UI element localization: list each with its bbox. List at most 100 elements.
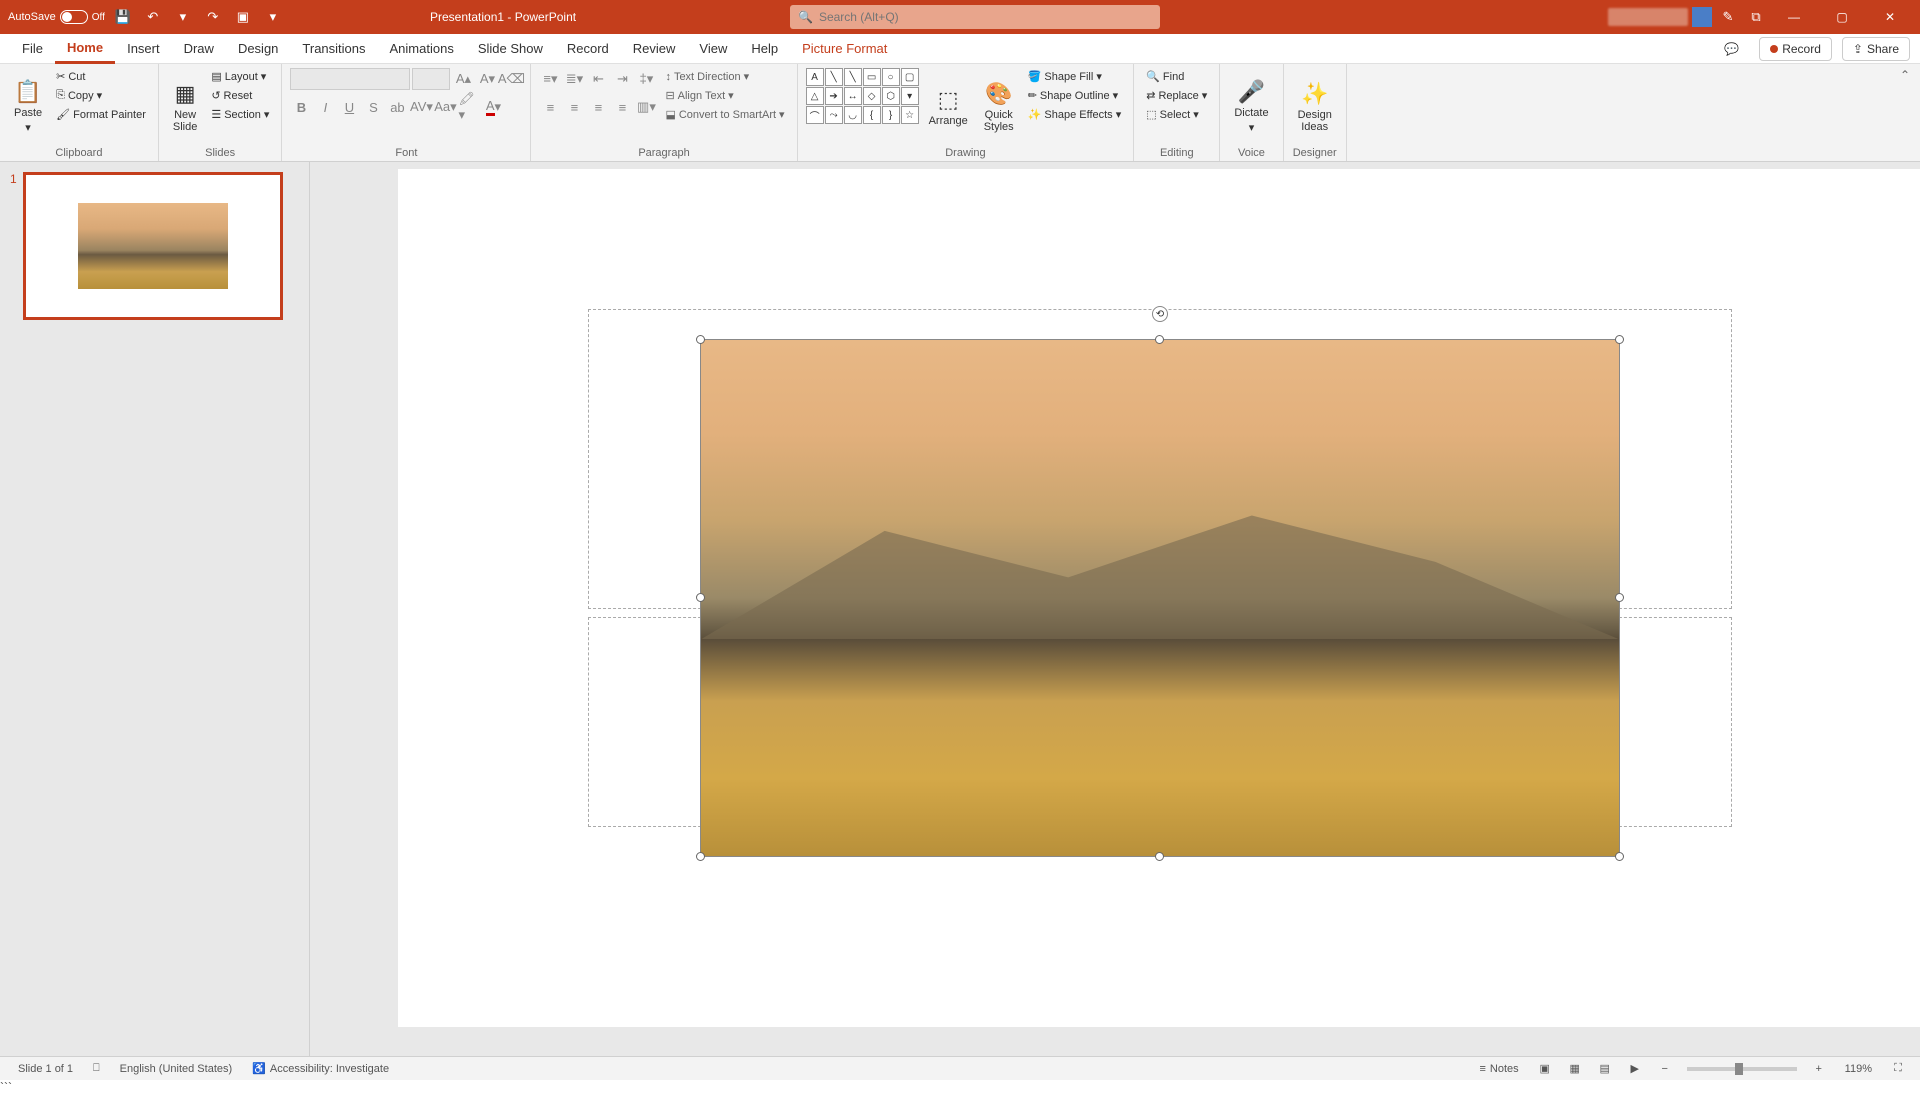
copy-button[interactable]: ⎘Copy▾ xyxy=(52,87,150,104)
italic-icon[interactable]: I xyxy=(314,96,336,118)
replace-button[interactable]: ⇄Replace▾ xyxy=(1142,87,1211,104)
arrange-button[interactable]: ⬚Arrange xyxy=(923,68,974,145)
close-button[interactable]: ✕ xyxy=(1868,0,1912,34)
shape-line-icon[interactable]: ╲ xyxy=(825,68,843,86)
shape-arc-icon[interactable]: ◡ xyxy=(844,106,862,124)
paste-button[interactable]: 📋 Paste ▾ xyxy=(8,68,48,145)
save-icon[interactable]: 💾 xyxy=(111,5,135,29)
shape-textbox-icon[interactable]: A xyxy=(806,68,824,86)
resize-handle-br[interactable] xyxy=(1615,852,1624,861)
tab-review[interactable]: Review xyxy=(621,35,688,62)
shape-outline-button[interactable]: ✏Shape Outline▾ xyxy=(1024,87,1126,104)
layout-button[interactable]: ▤Layout▾ xyxy=(207,68,273,85)
reading-view-icon[interactable]: ▤ xyxy=(1591,1059,1619,1079)
shape-roundrect-icon[interactable]: ▢ xyxy=(901,68,919,86)
shape-brace-r-icon[interactable]: } xyxy=(882,106,900,124)
tab-draw[interactable]: Draw xyxy=(172,35,226,62)
shape-diamond-icon[interactable]: ◇ xyxy=(863,87,881,105)
shape-triangle-icon[interactable]: △ xyxy=(806,87,824,105)
quick-styles-button[interactable]: 🎨Quick Styles xyxy=(978,68,1020,145)
shape-curve-icon[interactable]: ⌒ xyxy=(806,106,824,124)
tab-home[interactable]: Home xyxy=(55,34,115,64)
tab-animations[interactable]: Animations xyxy=(378,35,466,62)
minimize-button[interactable]: — xyxy=(1772,0,1816,34)
notes-button[interactable]: ≡Notes xyxy=(1470,1063,1529,1075)
shape-rect-icon[interactable]: ▭ xyxy=(863,68,881,86)
language-button[interactable]: English (United States) xyxy=(110,1063,243,1075)
shape-arrow-r-icon[interactable]: ➔ xyxy=(825,87,843,105)
numbering-icon[interactable]: ≣▾ xyxy=(563,68,585,90)
shape-connector-icon[interactable]: ⤳ xyxy=(825,106,843,124)
increase-indent-icon[interactable]: ⇥ xyxy=(611,68,633,90)
search-input[interactable] xyxy=(819,10,1152,24)
resize-handle-ml[interactable] xyxy=(696,593,705,602)
slideshow-view-icon[interactable]: ▶ xyxy=(1621,1059,1649,1079)
font-family-combo[interactable] xyxy=(290,68,410,90)
decrease-font-icon[interactable]: A▾ xyxy=(476,68,498,90)
resize-handle-bm[interactable] xyxy=(1155,852,1164,861)
highlight-icon[interactable]: 🖍▾ xyxy=(458,96,480,118)
collapse-ribbon-icon[interactable]: ⌃ xyxy=(1890,64,1920,86)
tab-slideshow[interactable]: Slide Show xyxy=(466,35,555,62)
align-text-button[interactable]: ⊟Align Text▾ xyxy=(661,87,788,104)
increase-font-icon[interactable]: A▴ xyxy=(452,68,474,90)
cut-button[interactable]: ✂Cut xyxy=(52,68,150,85)
convert-smartart-button[interactable]: ⬓Convert to SmartArt▾ xyxy=(661,106,788,123)
pen-icon[interactable]: ✎ xyxy=(1716,5,1740,29)
tab-picture-format[interactable]: Picture Format xyxy=(790,35,899,62)
clear-formatting-icon[interactable]: A⌫ xyxy=(500,68,522,90)
find-button[interactable]: 🔍Find xyxy=(1142,68,1211,85)
change-case-icon[interactable]: Aa▾ xyxy=(434,96,456,118)
zoom-in-icon[interactable]: + xyxy=(1805,1059,1833,1079)
tab-design[interactable]: Design xyxy=(226,35,290,62)
align-left-icon[interactable]: ≡ xyxy=(539,96,561,118)
shape-arrow-lr-icon[interactable]: ↔ xyxy=(844,87,862,105)
tab-transitions[interactable]: Transitions xyxy=(290,35,377,62)
design-ideas-button[interactable]: ✨Design Ideas xyxy=(1292,68,1338,145)
zoom-out-icon[interactable]: − xyxy=(1651,1059,1679,1079)
columns-icon[interactable]: ▥▾ xyxy=(635,96,657,118)
zoom-level[interactable]: 119% xyxy=(1835,1063,1882,1075)
char-spacing-icon[interactable]: AV▾ xyxy=(410,96,432,118)
present-from-start-icon[interactable]: ▣ xyxy=(231,5,255,29)
undo-more-icon[interactable]: ▾ xyxy=(171,5,195,29)
slide-sorter-icon[interactable]: ▦ xyxy=(1561,1059,1589,1079)
decrease-indent-icon[interactable]: ⇤ xyxy=(587,68,609,90)
slide-counter[interactable]: Slide 1 of 1 xyxy=(8,1063,83,1075)
shape-brace-l-icon[interactable]: { xyxy=(863,106,881,124)
window-mode-icon[interactable]: ⧉ xyxy=(1744,5,1768,29)
redo-icon[interactable]: ↷ xyxy=(201,5,225,29)
shape-line2-icon[interactable]: ╲ xyxy=(844,68,862,86)
strikethrough-icon[interactable]: S xyxy=(362,96,384,118)
search-box[interactable]: 🔍 xyxy=(790,5,1160,29)
slide-canvas[interactable]: ⟲ xyxy=(310,162,1920,1056)
resize-handle-tr[interactable] xyxy=(1615,335,1624,344)
fit-to-window-icon[interactable]: ⛶ xyxy=(1884,1059,1912,1079)
align-center-icon[interactable]: ≡ xyxy=(563,96,585,118)
resize-handle-tm[interactable] xyxy=(1155,335,1164,344)
thumbnail-preview[interactable] xyxy=(23,172,283,320)
tab-file[interactable]: File xyxy=(10,35,55,62)
shape-fill-button[interactable]: 🪣Shape Fill▾ xyxy=(1024,68,1126,85)
user-name-chip[interactable] xyxy=(1608,8,1688,26)
justify-icon[interactable]: ≡ xyxy=(611,96,633,118)
tab-record[interactable]: Record xyxy=(555,35,621,62)
select-button[interactable]: ⬚Select▾ xyxy=(1142,106,1211,123)
resize-handle-tl[interactable] xyxy=(696,335,705,344)
share-button[interactable]: ⇪Share xyxy=(1842,37,1910,61)
tab-help[interactable]: Help xyxy=(739,35,790,62)
slide-thumbnail[interactable]: 1 xyxy=(10,172,299,320)
align-right-icon[interactable]: ≡ xyxy=(587,96,609,118)
normal-view-icon[interactable]: ▣ xyxy=(1531,1059,1559,1079)
text-shadow-icon[interactable]: ab xyxy=(386,96,408,118)
slide-thumbnail-pane[interactable]: 1 xyxy=(0,162,310,1056)
tab-insert[interactable]: Insert xyxy=(115,35,172,62)
new-slide-button[interactable]: ▦ New Slide xyxy=(167,68,203,145)
shape-oval-icon[interactable]: ○ xyxy=(882,68,900,86)
shapes-gallery[interactable]: A ╲ ╲ ▭ ○ ▢ △ ➔ ↔ ◇ ⬡ ▾ ⌒ ⤳ ◡ { } ☆ xyxy=(806,68,919,145)
shape-more-icon[interactable]: ▾ xyxy=(901,87,919,105)
slide[interactable]: ⟲ xyxy=(398,169,1920,1027)
zoom-slider[interactable] xyxy=(1687,1067,1797,1071)
user-avatar[interactable] xyxy=(1692,7,1712,27)
shape-star-icon[interactable]: ☆ xyxy=(901,106,919,124)
